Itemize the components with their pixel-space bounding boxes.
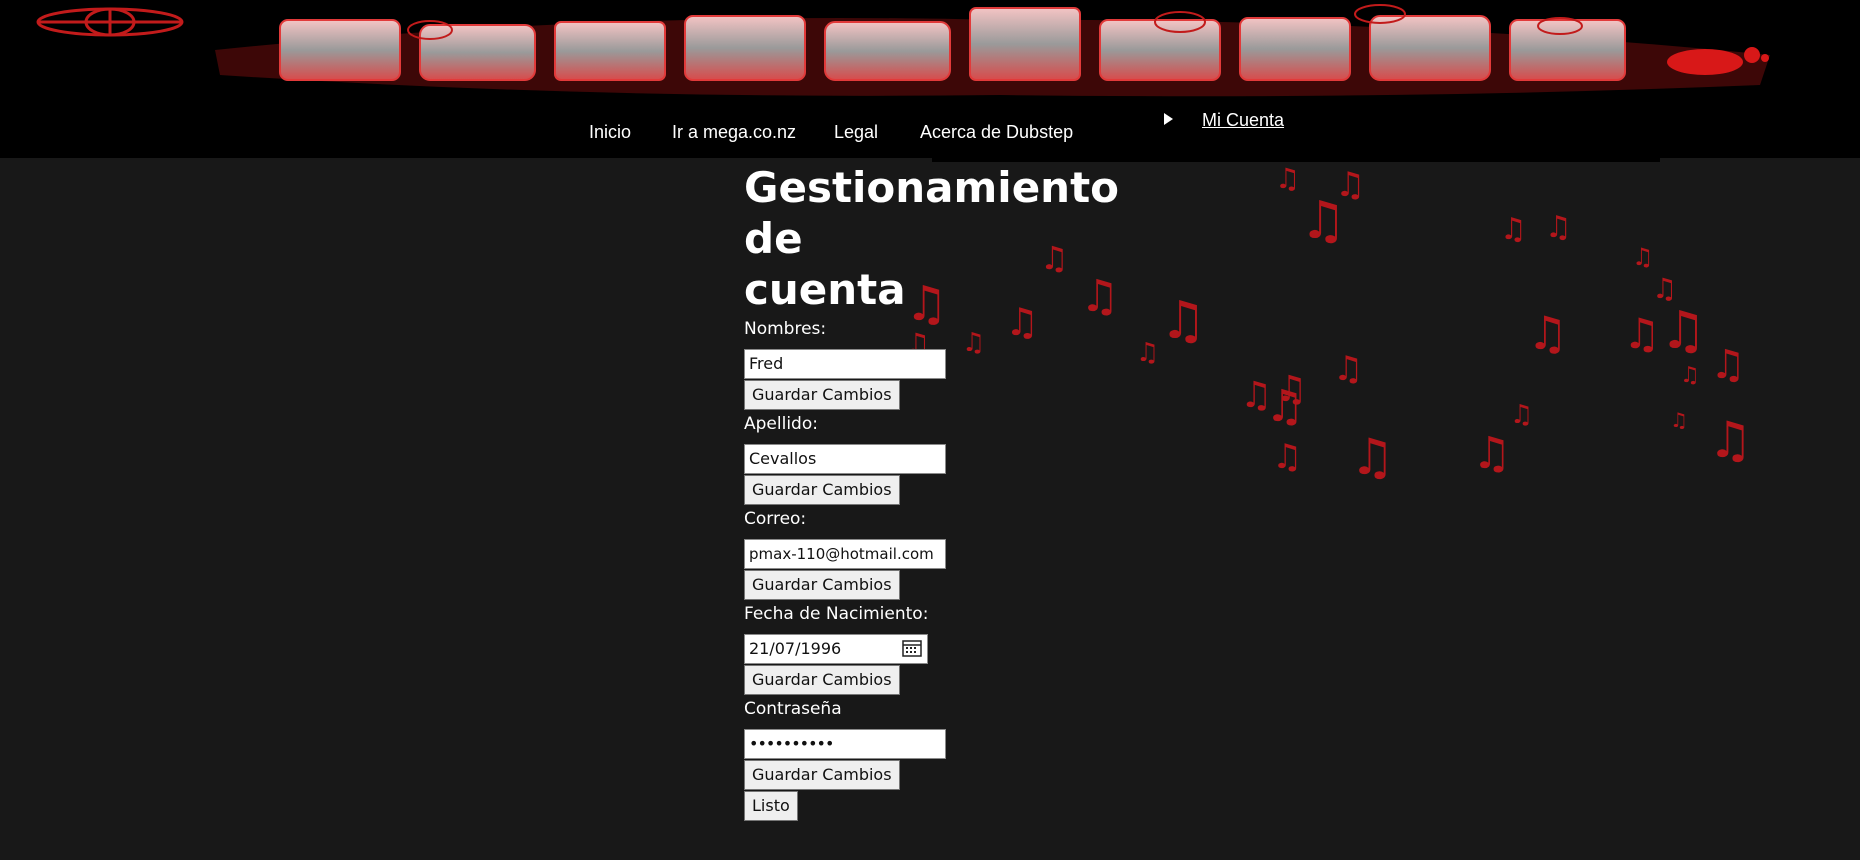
music-note-icon: ♫ [1527,306,1569,360]
music-note-icon: ♫ [1272,437,1303,477]
nav-mega[interactable]: Ir a mega.co.nz [672,122,796,143]
page-title-line-3: cuenta [744,265,906,314]
nombres-label: Nombres: [744,319,827,339]
music-note-icon: ♫ [1680,363,1700,388]
music-note-icon: ♫ [1136,338,1160,368]
contrasena-label: Contraseña [744,699,842,719]
nav-inicio[interactable]: Inicio [589,122,631,143]
nav-acerca-de-dubstep[interactable]: Acerca de Dubstep [920,122,1073,143]
music-note-icon: ♫ [1708,411,1753,469]
music-note-icon: ♫ [1710,342,1746,388]
music-note-icon: ♫ [1510,400,1534,430]
account-dropdown-panel [932,152,1660,162]
page-title-line-2: de [744,214,803,263]
music-note-icon: ♫ [1632,243,1654,271]
correo-input[interactable]: pmax-110@hotmail.com [744,539,946,569]
music-note-icon: ♫ [1300,191,1347,251]
page-title-line-1: Gestionamiento [744,163,1120,212]
listo-button[interactable]: Listo [744,791,798,821]
main-nav: Inicio Ir a mega.co.nz Legal Acerca de D… [0,0,1860,158]
music-note-icon: ♫ [1080,271,1120,322]
apellido-input[interactable]: Cevallos [744,444,946,474]
music-note-icon: ♫ [1670,408,1688,432]
save-fecha-button[interactable]: Guardar Cambios [744,665,900,695]
music-note-icon: ♫ [1545,210,1572,245]
music-note-icon: ♫ [1652,272,1678,305]
contrasena-input[interactable]: •••••••••• [744,729,946,759]
music-note-icon: ♫ [1335,165,1366,205]
mi-cuenta-link[interactable]: Mi Cuenta [1202,110,1284,131]
music-note-icon: ♫ [1350,428,1395,486]
music-note-icon: ♫ [1660,301,1707,361]
music-note-icon: ♫ [1240,375,1273,416]
fecha-nacimiento-input[interactable]: 21/07/1996 [744,634,928,664]
account-management-form: Gestionamiento de cuenta Nombres: Fred G… [744,162,1119,821]
fecha-nacimiento-label: Fecha de Nacimiento: [744,604,929,624]
nombres-input[interactable]: Fred [744,349,946,379]
save-apellido-button[interactable]: Guardar Cambios [744,475,900,505]
music-note-icon: ♫ [1333,349,1364,389]
fecha-nacimiento-field: 21/07/1996 [744,634,928,664]
apellido-label: Apellido: [744,414,818,434]
music-note-icon: ♫ [1275,162,1301,195]
music-note-icon: ♫ [1265,381,1305,432]
music-note-icon: ♫ [1500,212,1527,247]
save-nombres-button[interactable]: Guardar Cambios [744,380,900,410]
calendar-icon[interactable] [902,639,922,657]
save-contrasena-button[interactable]: Guardar Cambios [744,760,900,790]
correo-label: Correo: [744,509,807,529]
page-title: Gestionamiento de cuenta [744,162,1119,315]
music-note-icon: ♫ [1160,291,1207,351]
nav-legal[interactable]: Legal [834,122,878,143]
play-arrow-icon[interactable] [1164,113,1173,125]
save-correo-button[interactable]: Guardar Cambios [744,570,900,600]
music-note-icon: ♫ [1472,428,1512,479]
music-note-icon: ♫ [1275,369,1308,410]
site-header: Inicio Ir a mega.co.nz Legal Acerca de D… [0,0,1860,158]
music-note-icon: ♫ [1623,309,1661,358]
